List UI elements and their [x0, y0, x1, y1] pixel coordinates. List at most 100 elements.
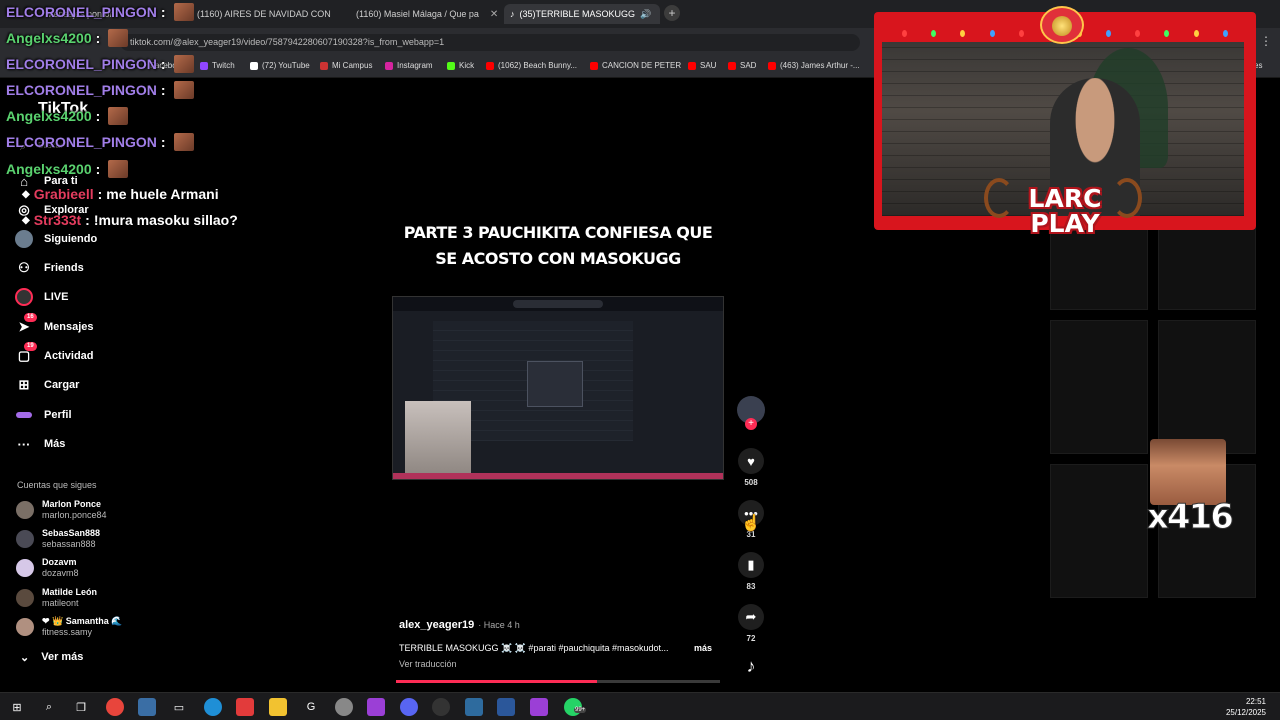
- chat-username[interactable]: Str333t: [34, 212, 81, 228]
- bookmark-label: (1062) Beach Bunny...: [498, 61, 578, 70]
- app-icon[interactable]: [335, 698, 353, 716]
- windows-taskbar: ⊞ ⌕ ❐ ▭ G 99+ 22:51 25/12/2025: [0, 692, 1280, 720]
- nav-label: Más: [44, 438, 66, 450]
- nav-actividad[interactable]: ▢ 19 Actividad: [14, 342, 194, 367]
- following-account[interactable]: ❤ 👑 Samantha 🌊 fitness.samy: [16, 616, 166, 638]
- video-author[interactable]: alex_yeager19 · Hace 4 h: [399, 619, 520, 631]
- chat-message: ELCORONEL_PINGON:: [6, 3, 194, 21]
- nav-label: Actividad: [44, 350, 94, 362]
- bookmark-instagram[interactable]: Instagram: [385, 61, 433, 70]
- like-button[interactable]: ♥ 508: [736, 448, 766, 487]
- chat-username[interactable]: Angelxs4200: [6, 30, 92, 46]
- bookmark-twitch[interactable]: Twitch: [200, 61, 235, 70]
- bookmark-kick[interactable]: Kick: [447, 61, 474, 70]
- bookmark-sad[interactable]: SAD: [728, 61, 756, 70]
- whatsapp-icon[interactable]: 99+: [564, 698, 587, 716]
- video-webcam-inset: [405, 401, 471, 477]
- nav-label: Perfil: [44, 409, 72, 421]
- see-more-button[interactable]: ⌄ Ver más: [20, 651, 83, 664]
- system-clock[interactable]: 22:51 25/12/2025: [1226, 696, 1266, 718]
- tab-tiktok[interactable]: ♪ (35)TERRIBLE MASOKUGG 🔊 ✕: [504, 4, 660, 24]
- nav-siguiendo[interactable]: Siguiendo: [14, 228, 194, 250]
- emote-image: [173, 55, 194, 73]
- nav-label: LIVE: [44, 291, 69, 303]
- chat-username[interactable]: ELCORONEL_PINGON: [6, 134, 157, 150]
- app-icon[interactable]: [530, 698, 548, 716]
- obs-icon[interactable]: [432, 698, 450, 716]
- word-icon[interactable]: [497, 698, 515, 716]
- chat-username[interactable]: ELCORONEL_PINGON: [6, 56, 157, 72]
- nav-mensajes[interactable]: ➤ 16 Mensajes: [14, 313, 194, 338]
- emote-image: [173, 133, 194, 151]
- chat-message: Angelxs4200:: [6, 160, 129, 178]
- video-progress-bar[interactable]: [396, 680, 720, 683]
- share-button[interactable]: ➦ 72: [736, 604, 766, 643]
- account-handle: sebassan888: [42, 539, 96, 549]
- logo-line: PLAY: [1030, 209, 1100, 238]
- translate-link[interactable]: Ver traducción: [399, 659, 457, 669]
- tiktok-icon: ♪: [510, 9, 515, 19]
- chrome-icon[interactable]: [106, 698, 124, 716]
- nav-friends[interactable]: ⚇ Friends: [14, 257, 194, 279]
- nav-live[interactable]: LIVE: [14, 286, 194, 308]
- suggested-tile[interactable]: [1050, 320, 1148, 454]
- chat-username[interactable]: ELCORONEL_PINGON: [6, 82, 157, 98]
- chat-username[interactable]: ELCORONEL_PINGON: [6, 4, 157, 20]
- chat-username[interactable]: Angelxs4200: [6, 108, 92, 124]
- app-icon[interactable]: G: [302, 698, 320, 716]
- video-player[interactable]: [392, 296, 724, 480]
- nav-label: Cargar: [44, 379, 80, 391]
- suggested-tile[interactable]: [1050, 464, 1148, 598]
- following-account[interactable]: Dozavm dozavm8: [16, 557, 166, 579]
- chat-message: ELCORONEL_PINGON:: [6, 81, 194, 99]
- following-account[interactable]: SebasSan888 sebassan888: [16, 528, 166, 550]
- store-icon[interactable]: [138, 698, 156, 716]
- nav-cargar[interactable]: ⊞ Cargar: [14, 374, 194, 396]
- nav-perfil[interactable]: Perfil: [14, 404, 194, 426]
- edge-icon[interactable]: [204, 698, 222, 716]
- file-explorer-icon[interactable]: [269, 698, 287, 716]
- save-button[interactable]: ▮ 83: [736, 552, 766, 591]
- chat-message: ◆ Grabieell: me huele Armani: [6, 186, 219, 202]
- bookmark-beach-bunny[interactable]: (1062) Beach Bunny...: [486, 61, 577, 70]
- bookmark-sau[interactable]: SAU: [688, 61, 716, 70]
- like-count: 508: [744, 478, 758, 487]
- chat-username[interactable]: Grabieell: [34, 186, 94, 202]
- app-icon[interactable]: [367, 698, 385, 716]
- bookmark-cancion-peter[interactable]: CANCION DE PETER: [590, 61, 681, 70]
- bookmark-james-arthur[interactable]: (463) James Arthur -...: [768, 61, 860, 70]
- bookmark-youtube[interactable]: (72) YouTube: [250, 61, 310, 70]
- windows-start-icon[interactable]: ⊞: [8, 698, 26, 716]
- follow-plus-icon[interactable]: +: [745, 418, 757, 430]
- tab-youtube-1[interactable]: (1160) AIRES DE NAVIDAD CON ✕: [186, 4, 341, 24]
- app-icon[interactable]: [236, 698, 254, 716]
- new-tab-button[interactable]: +: [664, 5, 680, 21]
- discord-icon[interactable]: [400, 698, 418, 716]
- chat-text: me huele Armani: [106, 186, 219, 202]
- kebab-menu-icon[interactable]: ⋮: [1260, 34, 1272, 48]
- search-icon[interactable]: ⌕: [40, 698, 58, 716]
- mouse-cursor: ☝: [741, 515, 761, 532]
- task-view-icon[interactable]: ❐: [72, 698, 90, 716]
- bookmark-mi-campus[interactable]: Mi Campus: [320, 61, 372, 70]
- tab-youtube-2[interactable]: (1160) Masiel Málaga / Que pa ✕: [345, 4, 500, 24]
- app-icon[interactable]: ▭: [170, 698, 188, 716]
- nav-mas[interactable]: ··· Más: [14, 433, 194, 455]
- close-icon[interactable]: ✕: [490, 9, 498, 20]
- nav-label: Friends: [44, 262, 84, 274]
- suggested-tile[interactable]: [1158, 320, 1256, 454]
- account-name: ❤ 👑 Samantha 🌊: [42, 616, 123, 626]
- url-field[interactable]: tiktok.com/@alex_yeager19/video/75879422…: [120, 34, 860, 51]
- nav-label: Siguiendo: [44, 233, 98, 245]
- save-count: 83: [746, 582, 756, 591]
- calculator-icon[interactable]: [465, 698, 483, 716]
- description-more-button[interactable]: más: [694, 643, 712, 653]
- creator-avatar-button[interactable]: +: [736, 396, 766, 430]
- tiktok-sound-icon[interactable]: ♪: [739, 656, 763, 680]
- chat-username[interactable]: Angelxs4200: [6, 161, 92, 177]
- following-account[interactable]: Matilde León matileont: [16, 587, 166, 609]
- youtube-icon: [728, 61, 736, 70]
- following-account[interactable]: Marlon Ponce marlon.ponce84: [16, 499, 166, 521]
- live-icon: [14, 287, 34, 307]
- account-handle: matileont: [42, 598, 79, 608]
